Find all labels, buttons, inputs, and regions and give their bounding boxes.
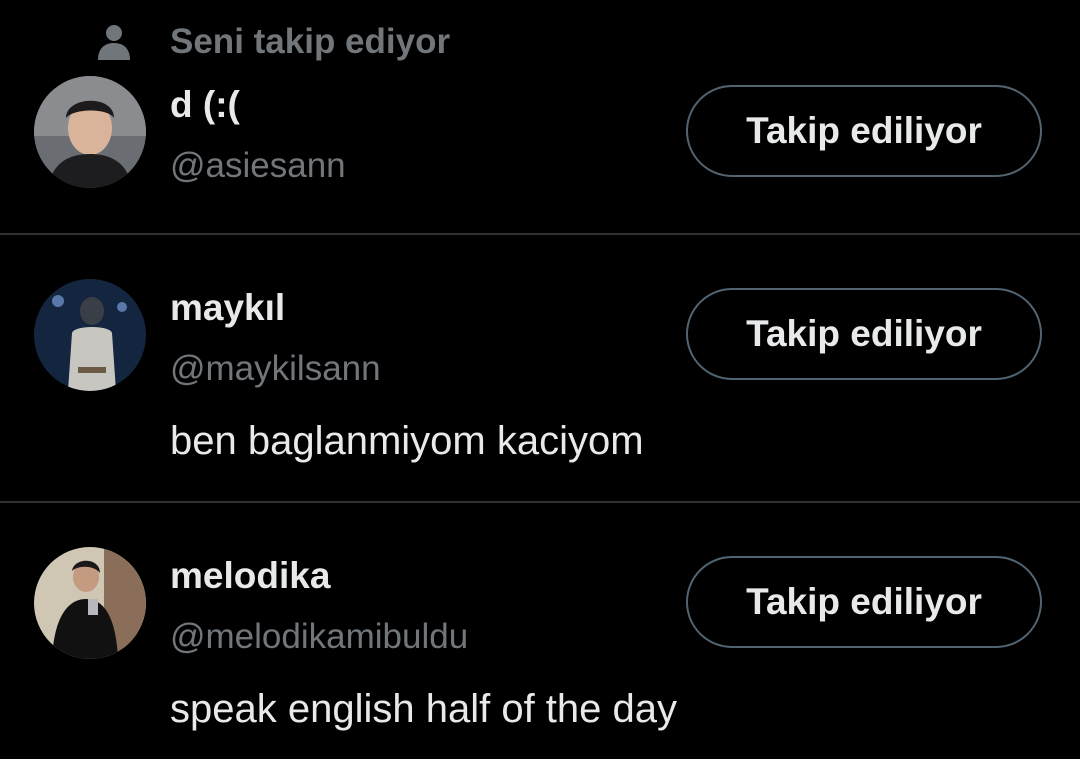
social-context: Seni takip ediyor	[94, 22, 450, 62]
avatar[interactable]	[34, 76, 146, 188]
user-display-name[interactable]: melodika	[170, 555, 330, 597]
user-handle[interactable]: @asiesann	[170, 146, 346, 186]
avatar[interactable]	[34, 547, 146, 659]
user-cell[interactable]: melodika @melodikamibuldu speak english …	[0, 503, 1080, 759]
avatar[interactable]	[34, 279, 146, 391]
social-context-label: Seni takip ediyor	[170, 22, 451, 61]
following-button[interactable]: Takip ediliyor	[686, 85, 1042, 177]
user-bio: speak english half of the day	[170, 687, 678, 731]
following-button[interactable]: Takip ediliyor	[686, 556, 1042, 648]
person-icon	[94, 22, 134, 62]
following-button[interactable]: Takip ediliyor	[686, 288, 1042, 380]
user-cell[interactable]: Seni takip ediyor d (:( @asiesann Takip …	[0, 0, 1080, 234]
user-display-name[interactable]: d (:(	[170, 84, 240, 126]
user-cell[interactable]: maykıl @maykilsann ben baglanmiyom kaciy…	[0, 235, 1080, 501]
user-display-name[interactable]: maykıl	[170, 287, 285, 329]
user-handle[interactable]: @maykilsann	[170, 349, 381, 389]
user-bio: ben baglanmiyom kaciyom	[170, 419, 644, 463]
user-handle[interactable]: @melodikamibuldu	[170, 617, 468, 657]
